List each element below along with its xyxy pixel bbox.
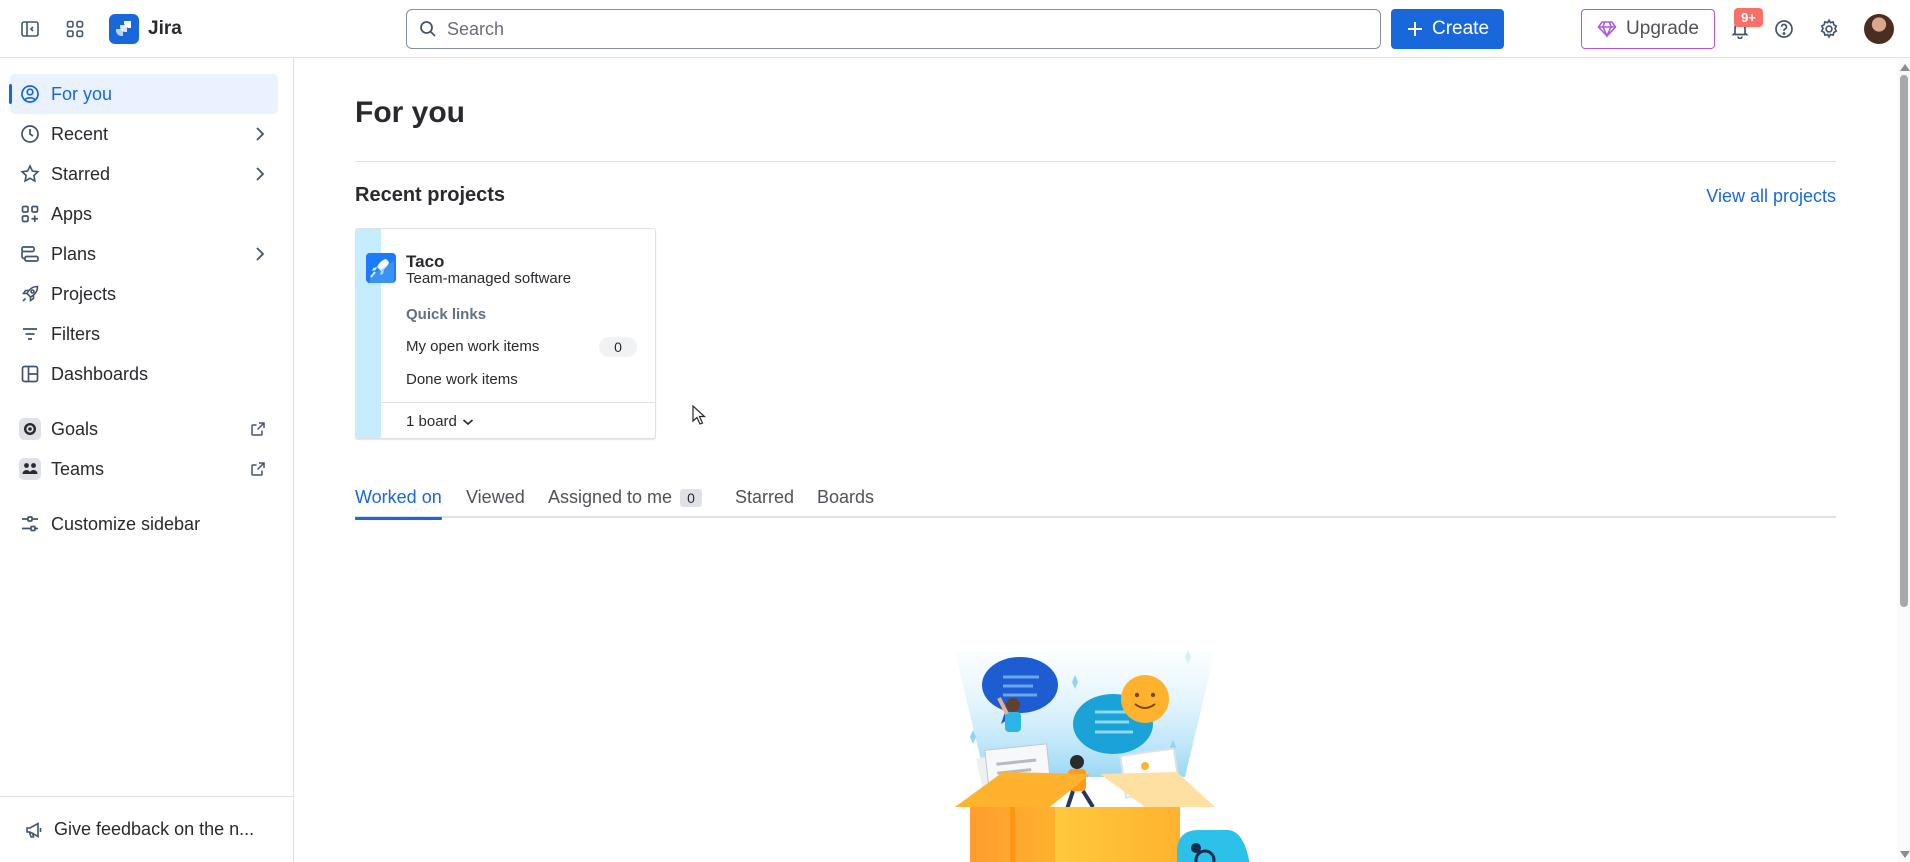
sidebar-item-label: For you xyxy=(51,83,113,104)
chevron-down-icon xyxy=(462,417,474,427)
upgrade-button-label: Upgrade xyxy=(1626,18,1699,39)
settings-gear-icon[interactable] xyxy=(1813,13,1845,45)
help-icon[interactable] xyxy=(1768,13,1800,45)
teams-icon xyxy=(19,458,41,480)
sidebar-item-apps[interactable]: Apps xyxy=(10,194,278,234)
clock-icon xyxy=(19,123,41,145)
project-name[interactable]: Taco xyxy=(406,252,444,272)
tab-starred[interactable]: Starred xyxy=(735,480,794,518)
jira-logo-icon xyxy=(109,14,139,44)
customize-icon xyxy=(19,513,41,535)
tab-label: Boards xyxy=(817,487,875,507)
tab-worked-on[interactable]: Worked on xyxy=(355,480,442,520)
tab-label: Starred xyxy=(735,487,795,507)
feedback-label: Give feedback on the n... xyxy=(54,819,255,839)
app-name: Jira xyxy=(148,18,182,39)
project-type: Team-managed software xyxy=(406,270,572,287)
main-content: For you Recent projects View all project… xyxy=(295,58,1895,862)
sidebar: For you Recent Starred Apps Plans Projec… xyxy=(0,58,294,862)
boards-dropdown[interactable]: 1 board xyxy=(406,413,474,430)
chevron-right-icon[interactable] xyxy=(254,166,266,182)
sidebar-item-plans[interactable]: Plans xyxy=(10,234,278,274)
title-divider xyxy=(355,161,1836,162)
open-items-count-badge: 0 xyxy=(599,337,637,357)
person-circle-icon xyxy=(19,83,41,105)
sidebar-item-dashboards[interactable]: Dashboards xyxy=(10,354,278,394)
sidebar-item-teams[interactable]: Teams xyxy=(10,449,278,489)
tab-boards[interactable]: Boards xyxy=(817,480,874,518)
sidebar-item-projects[interactable]: Projects xyxy=(10,274,278,314)
notifications-badge: 9+ xyxy=(1734,8,1763,27)
project-avatar-icon xyxy=(366,253,396,283)
sidebar-item-label: Starred xyxy=(51,163,111,184)
chevron-right-icon[interactable] xyxy=(254,126,266,142)
tab-label: Viewed xyxy=(466,487,525,507)
filter-icon xyxy=(19,323,41,345)
diamond-icon xyxy=(1597,20,1617,38)
sidebar-item-label: Teams xyxy=(51,458,105,479)
megaphone-icon xyxy=(24,820,44,840)
sidebar-item-label: Dashboards xyxy=(51,363,149,384)
card-divider xyxy=(381,402,655,403)
tab-label: Assigned to me xyxy=(548,487,673,507)
sidebar-item-for-you[interactable]: For you xyxy=(10,74,278,114)
apps-add-icon xyxy=(19,203,41,225)
tab-assigned-to-me[interactable]: Assigned to me 0 xyxy=(548,480,702,518)
my-open-work-items-link[interactable]: My open work items xyxy=(406,338,539,355)
project-card[interactable]: Taco Team-managed software Quick links M… xyxy=(355,228,656,439)
create-button[interactable]: Create xyxy=(1391,9,1504,49)
rocket-icon xyxy=(19,283,41,305)
sidebar-item-label: Goals xyxy=(51,418,99,439)
activity-tabs: Worked on Viewed Assigned to me 0 Starre… xyxy=(355,480,1836,520)
sidebar-item-goals[interactable]: Goals xyxy=(10,409,278,449)
scrollbar-thumb[interactable] xyxy=(1900,75,1908,607)
search-field[interactable] xyxy=(406,9,1381,49)
app-switcher-icon[interactable] xyxy=(59,13,91,45)
goals-icon xyxy=(19,418,41,440)
sidebar-item-recent[interactable]: Recent xyxy=(10,114,278,154)
page-title: For you xyxy=(355,96,465,129)
dashboard-icon xyxy=(19,363,41,385)
jira-logo[interactable]: Jira xyxy=(109,14,182,44)
external-link-icon[interactable] xyxy=(250,461,266,477)
quick-links-label: Quick links xyxy=(406,306,487,323)
sidebar-item-customize[interactable]: Customize sidebar xyxy=(10,504,278,544)
sidebar-item-label: Projects xyxy=(51,283,117,304)
scroll-down-arrow-icon[interactable] xyxy=(1900,851,1910,858)
scroll-up-arrow-icon[interactable] xyxy=(1900,64,1910,71)
sidebar-item-label: Recent xyxy=(51,123,109,144)
top-navigation-bar: Jira Create Upgrade 9+ xyxy=(0,0,1910,58)
recent-projects-heading: Recent projects xyxy=(355,184,506,206)
sidebar-item-label: Plans xyxy=(51,243,97,264)
feedback-button[interactable]: Give feedback on the n... xyxy=(0,796,293,862)
chevron-right-icon[interactable] xyxy=(254,246,266,262)
tab-viewed[interactable]: Viewed xyxy=(466,480,525,518)
assigned-count-badge: 0 xyxy=(680,489,702,507)
search-icon xyxy=(419,20,437,38)
empty-state-illustration xyxy=(955,650,1249,862)
upgrade-button[interactable]: Upgrade xyxy=(1581,9,1715,49)
plans-icon xyxy=(19,243,41,265)
sidebar-item-label: Customize sidebar xyxy=(51,513,201,534)
sidebar-item-label: Apps xyxy=(51,203,93,224)
view-all-projects-link[interactable]: View all projects xyxy=(1706,186,1836,207)
external-link-icon[interactable] xyxy=(250,421,266,437)
mouse-cursor-icon xyxy=(692,405,707,425)
sidebar-item-filters[interactable]: Filters xyxy=(10,314,278,354)
star-icon xyxy=(19,163,41,185)
create-button-label: Create xyxy=(1431,18,1490,39)
sidebar-item-starred[interactable]: Starred xyxy=(10,154,278,194)
done-work-items-link[interactable]: Done work items xyxy=(406,371,518,388)
plus-icon xyxy=(1406,20,1424,38)
search-input[interactable] xyxy=(447,18,1347,40)
sidebar-toggle-icon[interactable] xyxy=(14,13,46,45)
boards-dropdown-label: 1 board xyxy=(406,413,457,430)
tab-label: Worked on xyxy=(355,487,442,507)
active-indicator xyxy=(9,84,12,104)
sidebar-item-label: Filters xyxy=(51,323,100,344)
user-avatar[interactable] xyxy=(1864,14,1894,44)
